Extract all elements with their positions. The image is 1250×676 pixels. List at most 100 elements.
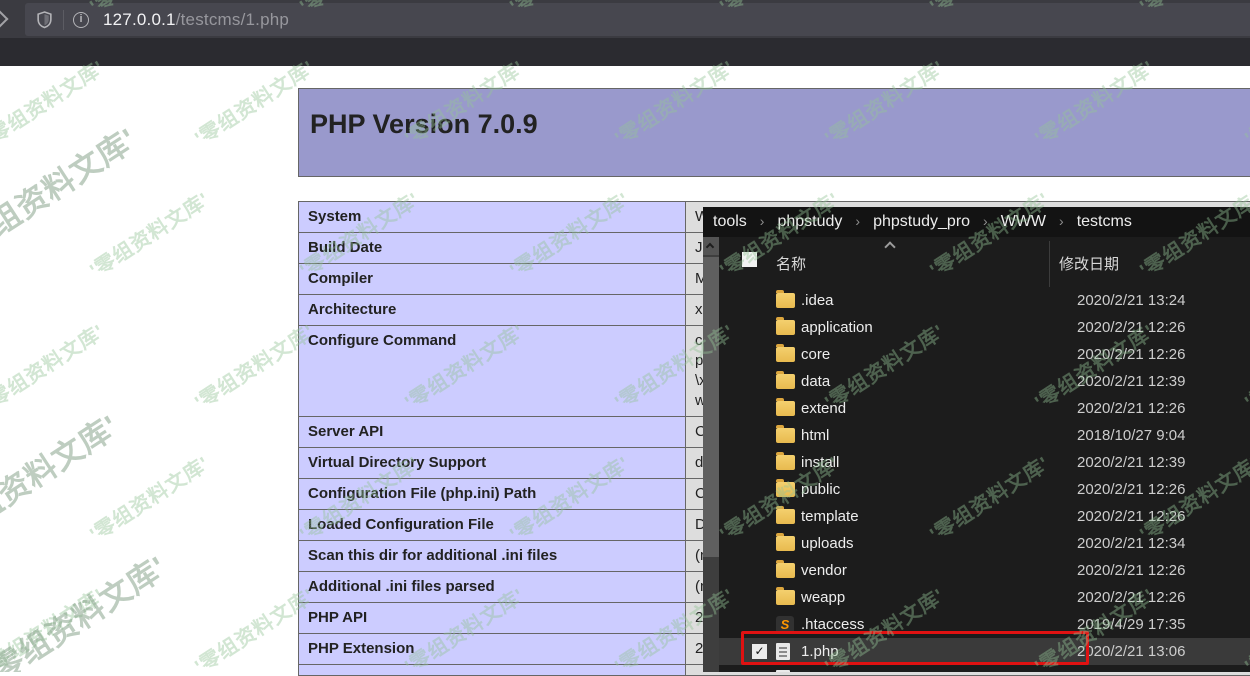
file-date: 2020/2/21 12:39: [1077, 454, 1185, 471]
file-name: install: [801, 454, 839, 471]
scrollbar-thumb[interactable]: [703, 257, 719, 557]
column-divider[interactable]: [1049, 241, 1050, 287]
file-list: .idea 2020/2/21 13:24 application 2020/2…: [719, 287, 1250, 672]
url-path: /testcms/1.php: [176, 10, 289, 29]
url-bar[interactable]: i 127.0.0.1/testcms/1.php: [25, 3, 1250, 36]
watermark-text: '零组资料文库': [0, 184, 4, 283]
watermark-text-large: '零组资料文库': [0, 115, 144, 266]
address-text[interactable]: 127.0.0.1/testcms/1.php: [103, 10, 289, 30]
file-date: 2020/2/21 12:26: [1077, 589, 1185, 606]
column-header-date[interactable]: 修改日期: [1059, 253, 1119, 274]
file-name: uploads: [801, 535, 854, 552]
folder-icon: [776, 563, 795, 578]
folder-icon: [776, 374, 795, 389]
phpinfo-label-cell: Architecture: [299, 295, 686, 326]
vertical-scrollbar[interactable]: [703, 237, 719, 672]
file-row-partial[interactable]: [719, 665, 1250, 672]
watermark-text: '零组资料文库': [83, 184, 214, 283]
file-name: data: [801, 373, 830, 390]
phpinfo-label-cell: [299, 665, 686, 676]
file-row-data[interactable]: data 2020/2/21 12:39: [719, 368, 1250, 395]
file-row-install[interactable]: install 2020/2/21 12:39: [719, 449, 1250, 476]
file-row-vendor[interactable]: vendor 2020/2/21 12:26: [719, 557, 1250, 584]
folder-icon: [776, 293, 795, 308]
file-date: 2020/2/21 12:39: [1077, 373, 1185, 390]
shield-icon[interactable]: [36, 11, 53, 29]
file-date: 2020/2/21 12:26: [1077, 319, 1185, 336]
phpinfo-label-cell: PHP API: [299, 603, 686, 634]
chevron-up-icon: [706, 243, 714, 251]
chevron-right-icon: ›: [983, 213, 988, 229]
file-row-uploads[interactable]: uploads 2020/2/21 12:34: [719, 530, 1250, 557]
folder-icon: [776, 428, 795, 443]
file-name: template: [801, 508, 859, 525]
breadcrumb-item-phpstudy_pro[interactable]: phpstudy_pro: [873, 213, 970, 231]
file-date: 2019/4/29 17:35: [1077, 616, 1185, 633]
breadcrumb: tools›phpstudy›phpstudy_pro›WWW›testcms: [703, 207, 1250, 237]
file-row-public[interactable]: public 2020/2/21 12:26: [719, 476, 1250, 503]
file-date: 2020/2/21 12:26: [1077, 562, 1185, 579]
watermark-text-large: '零组资料文库': [0, 402, 126, 553]
breadcrumb-item-phpstudy[interactable]: phpstudy: [777, 213, 842, 231]
annotation-red-box: [741, 631, 1089, 665]
breadcrumb-item-testcms[interactable]: testcms: [1077, 213, 1132, 231]
file-row-weapp[interactable]: weapp 2020/2/21 12:26: [719, 584, 1250, 611]
phpinfo-label-cell: Scan this dir for additional .ini files: [299, 541, 686, 572]
file-date: 2020/2/21 12:26: [1077, 481, 1185, 498]
file-name: public: [801, 481, 840, 498]
file-row-template[interactable]: template 2020/2/21 12:26: [719, 503, 1250, 530]
file-row-extend[interactable]: extend 2020/2/21 12:26: [719, 395, 1250, 422]
file-name: html: [801, 427, 829, 444]
chevron-right-icon: ›: [760, 213, 765, 229]
file-date: 2020/2/21 13:06: [1077, 643, 1185, 660]
phpinfo-label-cell: PHP Extension: [299, 634, 686, 665]
chevron-right-icon: ›: [855, 213, 860, 229]
scroll-up-button[interactable]: [703, 237, 719, 255]
file-explorer-window: tools›phpstudy›phpstudy_pro›WWW›testcms …: [703, 207, 1250, 672]
file-name: extend: [801, 400, 846, 417]
page-title: PHP Version 7.0.9: [310, 109, 1250, 140]
site-info-icon[interactable]: i: [73, 12, 89, 28]
file-date: 2020/2/21 13:24: [1077, 292, 1185, 309]
file-name: .idea: [801, 292, 834, 309]
column-header-name[interactable]: 名称: [776, 253, 806, 274]
breadcrumb-item-tools[interactable]: tools: [713, 213, 747, 231]
file-row-application[interactable]: application 2020/2/21 12:26: [719, 314, 1250, 341]
watermark-text: '零组资料文库': [0, 448, 4, 547]
phpinfo-label-cell: Additional .ini files parsed: [299, 572, 686, 603]
phpinfo-label-cell: System: [299, 202, 686, 233]
phpinfo-header: PHP Version 7.0.9: [298, 88, 1250, 177]
phpinfo-label-cell: Build Date: [299, 233, 686, 264]
browser-subbar: [0, 38, 1250, 66]
file-date: 2020/2/21 12:34: [1077, 535, 1185, 552]
folder-icon: [776, 401, 795, 416]
file-row-html[interactable]: html 2018/10/27 9:04: [719, 422, 1250, 449]
file-date: 2020/2/21 12:26: [1077, 346, 1185, 363]
folder-icon: [776, 455, 795, 470]
phpinfo-label-cell: Configuration File (php.ini) Path: [299, 479, 686, 510]
watermark-text: '零组资料文库': [83, 448, 214, 547]
folder-icon: [776, 590, 795, 605]
file-name: core: [801, 346, 830, 363]
file-date: 2020/2/21 12:26: [1077, 400, 1185, 417]
phpinfo-label-cell: Loaded Configuration File: [299, 510, 686, 541]
file-date: 2020/2/21 12:26: [1077, 508, 1185, 525]
phpinfo-label-cell: Compiler: [299, 264, 686, 295]
file-date: 2018/10/27 9:04: [1077, 427, 1185, 444]
file-row-.idea[interactable]: .idea 2020/2/21 13:24: [719, 287, 1250, 314]
watermark-text: '零组资料文库': [0, 580, 109, 672]
watermark-text: '零组资料文库': [0, 52, 109, 151]
browser-toolbar: i 127.0.0.1/testcms/1.php: [0, 0, 1250, 38]
file-name: vendor: [801, 562, 847, 579]
folder-icon: [776, 320, 795, 335]
url-domain: 127.0.0.1: [103, 10, 176, 29]
phpinfo-label-cell: Server API: [299, 417, 686, 448]
breadcrumb-item-WWW[interactable]: WWW: [1001, 213, 1046, 231]
folder-icon: [776, 509, 795, 524]
sort-ascending-icon: [884, 241, 895, 252]
watermark-text-large: '零组资料文库': [0, 543, 174, 672]
file-name: application: [801, 319, 873, 336]
file-row-core[interactable]: core 2020/2/21 12:26: [719, 341, 1250, 368]
forward-arrow-icon[interactable]: [0, 11, 8, 28]
select-all-checkbox[interactable]: [742, 252, 757, 267]
